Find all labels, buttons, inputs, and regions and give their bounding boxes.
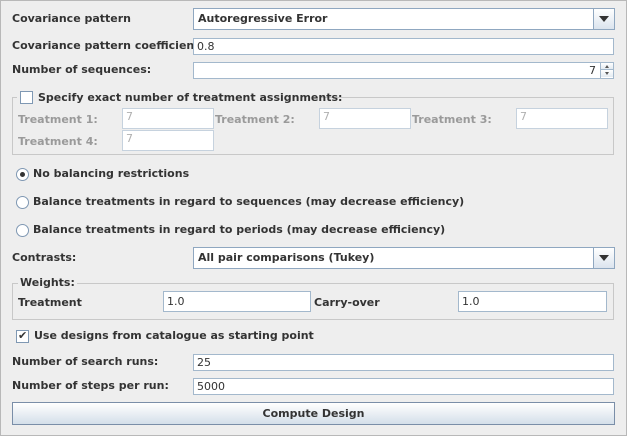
steps-per-run-input[interactable]: 5000: [193, 378, 614, 395]
arrow-down-icon[interactable]: [601, 70, 613, 77]
treatment-assignments-checkbox[interactable]: [20, 91, 33, 104]
treatment-2-label: Treatment 2:: [215, 113, 295, 126]
treatment-weight-input[interactable]: 1.0: [163, 291, 311, 312]
chevron-down-icon[interactable]: [593, 248, 614, 268]
treatment-assignments-header: Specify exact number of treatment assign…: [17, 90, 342, 106]
contrasts-label: Contrasts:: [12, 251, 77, 264]
radio-no-balancing[interactable]: [16, 168, 29, 181]
treatment-1-label: Treatment 1:: [18, 113, 98, 126]
covariance-pattern-dropdown[interactable]: Autoregressive Error: [193, 8, 615, 30]
treatment-4-input[interactable]: 7: [122, 130, 214, 151]
treatment-4-label: Treatment 4:: [18, 135, 98, 148]
steps-per-run-label: Number of steps per run:: [12, 379, 169, 392]
radio-balance-sequences[interactable]: [16, 196, 29, 209]
sequences-spinner[interactable]: 7: [193, 62, 614, 79]
no-balancing-label: No balancing restrictions: [33, 167, 190, 180]
search-runs-input[interactable]: 25: [193, 354, 614, 371]
catalogue-label: Use designs from catalogue as starting p…: [34, 329, 314, 342]
search-runs-label: Number of search runs:: [12, 355, 159, 368]
treatment-3-input[interactable]: 7: [516, 108, 608, 129]
treatment-assignments-label: Specify exact number of treatment assign…: [38, 91, 343, 104]
arrow-up-icon[interactable]: [601, 63, 613, 70]
treatment-weight-label: Treatment: [18, 296, 82, 309]
covariance-pattern-value: Autoregressive Error: [198, 12, 328, 25]
carryover-weight-input[interactable]: 1.0: [458, 291, 607, 312]
carryover-weight-label: Carry-over: [314, 296, 380, 309]
weights-title: Weights:: [18, 276, 77, 290]
balance-periods-label: Balance treatments in regard to periods …: [33, 223, 446, 236]
treatment-2-input[interactable]: 7: [319, 108, 411, 129]
spinner-buttons: [600, 63, 613, 78]
covariance-coefficient-input[interactable]: 0.8: [193, 38, 614, 55]
balance-sequences-label: Balance treatments in regard to sequence…: [33, 195, 465, 208]
treatment-1-input[interactable]: 7: [122, 108, 214, 129]
sequences-label: Number of sequences:: [12, 63, 152, 76]
radio-balance-periods[interactable]: [16, 224, 29, 237]
covariance-pattern-label: Covariance pattern: [12, 12, 132, 25]
chevron-down-icon[interactable]: [593, 9, 614, 29]
catalogue-checkbox[interactable]: [16, 329, 29, 343]
contrasts-value: All pair comparisons (Tukey): [198, 251, 375, 264]
sequences-value: 7: [589, 64, 596, 77]
treatment-3-label: Treatment 3:: [412, 113, 492, 126]
covariance-coefficient-label: Covariance pattern coefficient: [12, 39, 200, 52]
compute-design-button[interactable]: Compute Design: [12, 402, 615, 425]
contrasts-dropdown[interactable]: All pair comparisons (Tukey): [193, 247, 615, 269]
